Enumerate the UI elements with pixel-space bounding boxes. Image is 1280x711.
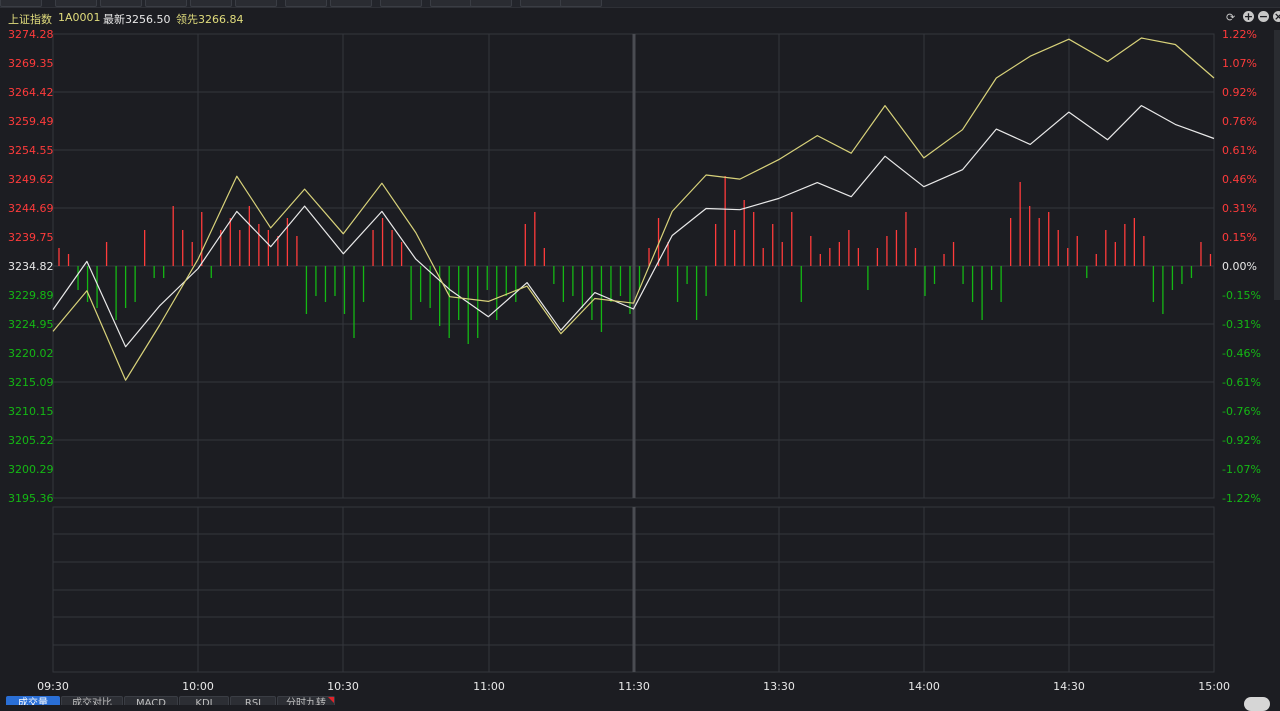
right-axis-label: -0.31%: [1222, 318, 1261, 331]
left-axis-label: 3195.36: [8, 492, 54, 505]
right-axis-label: 0.61%: [1222, 144, 1257, 157]
right-axis-label: 0.31%: [1222, 202, 1257, 215]
left-axis-label: 3239.75: [8, 231, 54, 244]
indicator-tabs: 成交量 成交对比 MACD KDJ RSI 分时九转: [0, 694, 1280, 705]
right-axis-label: -1.07%: [1222, 463, 1261, 476]
left-axis-label: 3215.09: [8, 376, 54, 389]
right-axis-label: -0.46%: [1222, 347, 1261, 360]
right-axis-label: -0.76%: [1222, 405, 1261, 418]
right-axis-label: -0.92%: [1222, 434, 1261, 447]
tab-label: 成交量: [18, 698, 48, 705]
toggle-switch[interactable]: [1244, 697, 1270, 711]
tab-label: MACD: [136, 698, 166, 705]
right-axis-label: 0.15%: [1222, 231, 1257, 244]
tab-3[interactable]: KDJ: [179, 696, 229, 705]
tab-label: KDJ: [195, 698, 213, 705]
time-axis-label: 13:30: [763, 680, 795, 693]
left-axis-label: 3264.42: [8, 86, 54, 99]
right-axis-label: 1.22%: [1222, 28, 1257, 41]
left-axis-label: 3210.15: [8, 405, 54, 418]
left-axis-label: 3200.29: [8, 463, 54, 476]
tab-1[interactable]: 成交对比: [61, 696, 123, 705]
intraday-chart: 3274.28 3269.35 3264.42 3259.49 3254.55 3249.…: [8, 28, 1261, 693]
tab-label: 分时九转: [286, 698, 326, 705]
time-axis-label: 11:00: [473, 680, 505, 693]
time-axis-label: 15:00: [1198, 680, 1230, 693]
time-axis-label: 09:30: [37, 680, 69, 693]
right-axis-label: 1.07%: [1222, 57, 1257, 70]
time-axis-label: 14:30: [1053, 680, 1085, 693]
time-axis-label: 10:00: [182, 680, 214, 693]
right-axis-label: -0.15%: [1222, 289, 1261, 302]
tab-2[interactable]: MACD: [124, 696, 178, 705]
tab-label: RSI: [244, 698, 262, 705]
left-axis-label: 3205.22: [8, 434, 54, 447]
tab-5[interactable]: 分时九转: [277, 696, 335, 705]
right-axis-label: 0.00%: [1222, 260, 1257, 273]
left-axis-label: 3224.95: [8, 318, 54, 331]
left-axis-label: 3274.28: [8, 28, 54, 41]
right-axis-label: 0.46%: [1222, 173, 1257, 186]
alert-flag-icon: [328, 697, 334, 703]
time-axis-label: 14:00: [908, 680, 940, 693]
chart-grid: [52, 33, 1215, 673]
right-axis-label: -1.22%: [1222, 492, 1261, 505]
left-axis-label: 3269.35: [8, 57, 54, 70]
left-axis-label: 3229.89: [8, 289, 54, 302]
left-axis-label: 3220.02: [8, 347, 54, 360]
tab-label: 成交对比: [72, 698, 112, 705]
right-axis-label: 0.76%: [1222, 115, 1257, 128]
tab-0[interactable]: 成交量: [6, 696, 60, 705]
right-axis-label: -0.61%: [1222, 376, 1261, 389]
left-axis-label: 3259.49: [8, 115, 54, 128]
left-axis-label: 3254.55: [8, 144, 54, 157]
right-axis-label: 0.92%: [1222, 86, 1257, 99]
time-axis-label: 11:30: [618, 680, 650, 693]
left-axis-label: 3234.82: [8, 260, 54, 273]
tab-4[interactable]: RSI: [230, 696, 276, 705]
left-axis-label: 3249.62: [8, 173, 54, 186]
time-axis-label: 10:30: [327, 680, 359, 693]
left-axis-label: 3244.69: [8, 202, 54, 215]
